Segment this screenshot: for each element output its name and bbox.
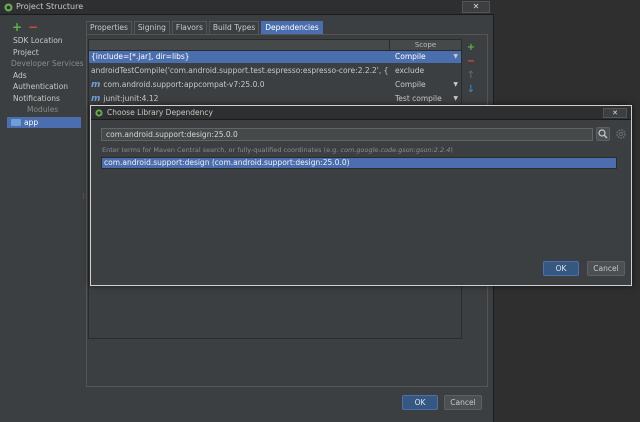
- search-icon: [598, 129, 608, 139]
- list-item[interactable]: com.android.support:design (com.android.…: [102, 158, 616, 168]
- scope-value: Test compile: [395, 94, 442, 103]
- table-row[interactable]: m junit:junit:4.12 Test compile ▼: [89, 93, 461, 105]
- dependency-name: junit:junit:4.12: [103, 94, 159, 103]
- move-up-button[interactable]: ↑: [466, 70, 476, 84]
- search-results-list: com.android.support:design (com.android.…: [101, 157, 617, 169]
- android-studio-icon: [95, 109, 103, 117]
- search-button[interactable]: [596, 127, 610, 141]
- dialog-title: Choose Library Dependency: [107, 108, 213, 117]
- sidebar-item-project[interactable]: Project: [7, 47, 81, 59]
- window-title: Project Structure: [16, 2, 84, 11]
- scope-select[interactable]: Compile ▼: [389, 79, 461, 91]
- hint-suffix: ): [450, 146, 453, 154]
- scope-value: exclude: [395, 66, 425, 75]
- dialog-ok-button[interactable]: OK: [543, 261, 579, 276]
- hint-text: Enter terms for Maven Central search, or…: [102, 146, 339, 154]
- dropdown-arrow-icon: ▼: [453, 53, 458, 60]
- dependency-name: androidTestCompile('com.android.support.…: [91, 66, 389, 75]
- scope-column-header[interactable]: Scope: [389, 40, 461, 50]
- maven-icon: m: [91, 80, 101, 90]
- window-close-button[interactable]: ✕: [462, 1, 490, 13]
- cancel-button[interactable]: Cancel: [444, 395, 482, 410]
- sidebar-item-app-label: app: [24, 117, 39, 127]
- library-search-input[interactable]: [101, 128, 593, 141]
- dependency-toolbar: + − ↑ ↓: [466, 42, 476, 98]
- sidebar-group-developer-services: Developer Services: [11, 59, 84, 68]
- dependency-name: {include=[*.jar], dir=libs}: [91, 52, 190, 61]
- tab-flavors[interactable]: Flavors: [171, 21, 207, 34]
- dialog-close-button[interactable]: ✕: [603, 108, 627, 118]
- add-dependency-button[interactable]: +: [466, 42, 476, 56]
- android-studio-icon: [4, 3, 13, 12]
- module-folder-icon: [11, 118, 21, 126]
- gear-icon[interactable]: [615, 128, 627, 140]
- sidebar: SDK Location Project Developer Services …: [7, 35, 84, 128]
- search-hint: Enter terms for Maven Central search, or…: [102, 146, 453, 154]
- table-row[interactable]: androidTestCompile('com.android.support.…: [89, 65, 461, 77]
- tab-dependencies[interactable]: Dependencies: [261, 21, 323, 34]
- table-header: Scope: [89, 40, 461, 51]
- scope-select[interactable]: Compile ▼: [389, 51, 461, 63]
- add-module-button[interactable]: +: [12, 21, 22, 33]
- dependency-name: com.android.support:appcompat-v7:25.0.0: [103, 80, 265, 89]
- dropdown-arrow-icon: ▼: [453, 95, 458, 102]
- sidebar-item-authentication[interactable]: Authentication: [7, 81, 81, 93]
- sidebar-group-modules: Modules: [27, 105, 59, 114]
- scope-value: Compile: [395, 80, 426, 89]
- choose-library-dependency-dialog: Choose Library Dependency ✕ Enter terms …: [90, 105, 632, 286]
- tab-build-types[interactable]: Build Types: [208, 21, 260, 34]
- dialog-cancel-button[interactable]: Cancel: [587, 261, 625, 276]
- hint-example: com.google.code.gson:gson:2.2.4: [340, 146, 451, 154]
- ok-button[interactable]: OK: [402, 395, 438, 410]
- maven-icon: m: [91, 94, 101, 104]
- dialog-titlebar: Choose Library Dependency ✕: [91, 106, 631, 120]
- sidebar-item-notifications[interactable]: Notifications: [7, 93, 81, 105]
- sidebar-item-ads[interactable]: Ads: [7, 70, 81, 82]
- move-down-button[interactable]: ↓: [466, 84, 476, 98]
- scope-value: Compile: [395, 52, 426, 61]
- window-titlebar: Project Structure ✕: [0, 0, 494, 15]
- table-row[interactable]: {include=[*.jar], dir=libs} Compile ▼: [89, 51, 461, 63]
- sidebar-item-app[interactable]: app: [7, 116, 81, 128]
- scope-select[interactable]: Test compile ▼: [389, 93, 461, 105]
- table-row[interactable]: m com.android.support:appcompat-v7:25.0.0…: [89, 79, 461, 91]
- dropdown-arrow-icon: ▼: [453, 81, 458, 88]
- tab-signing[interactable]: Signing: [133, 21, 170, 34]
- tab-properties[interactable]: Properties: [86, 21, 132, 34]
- remove-module-button[interactable]: −: [28, 21, 38, 33]
- module-tabs: Properties Signing Flavors Build Types D…: [86, 21, 325, 34]
- remove-dependency-button[interactable]: −: [466, 56, 476, 70]
- sidebar-item-sdk-location[interactable]: SDK Location: [7, 35, 81, 47]
